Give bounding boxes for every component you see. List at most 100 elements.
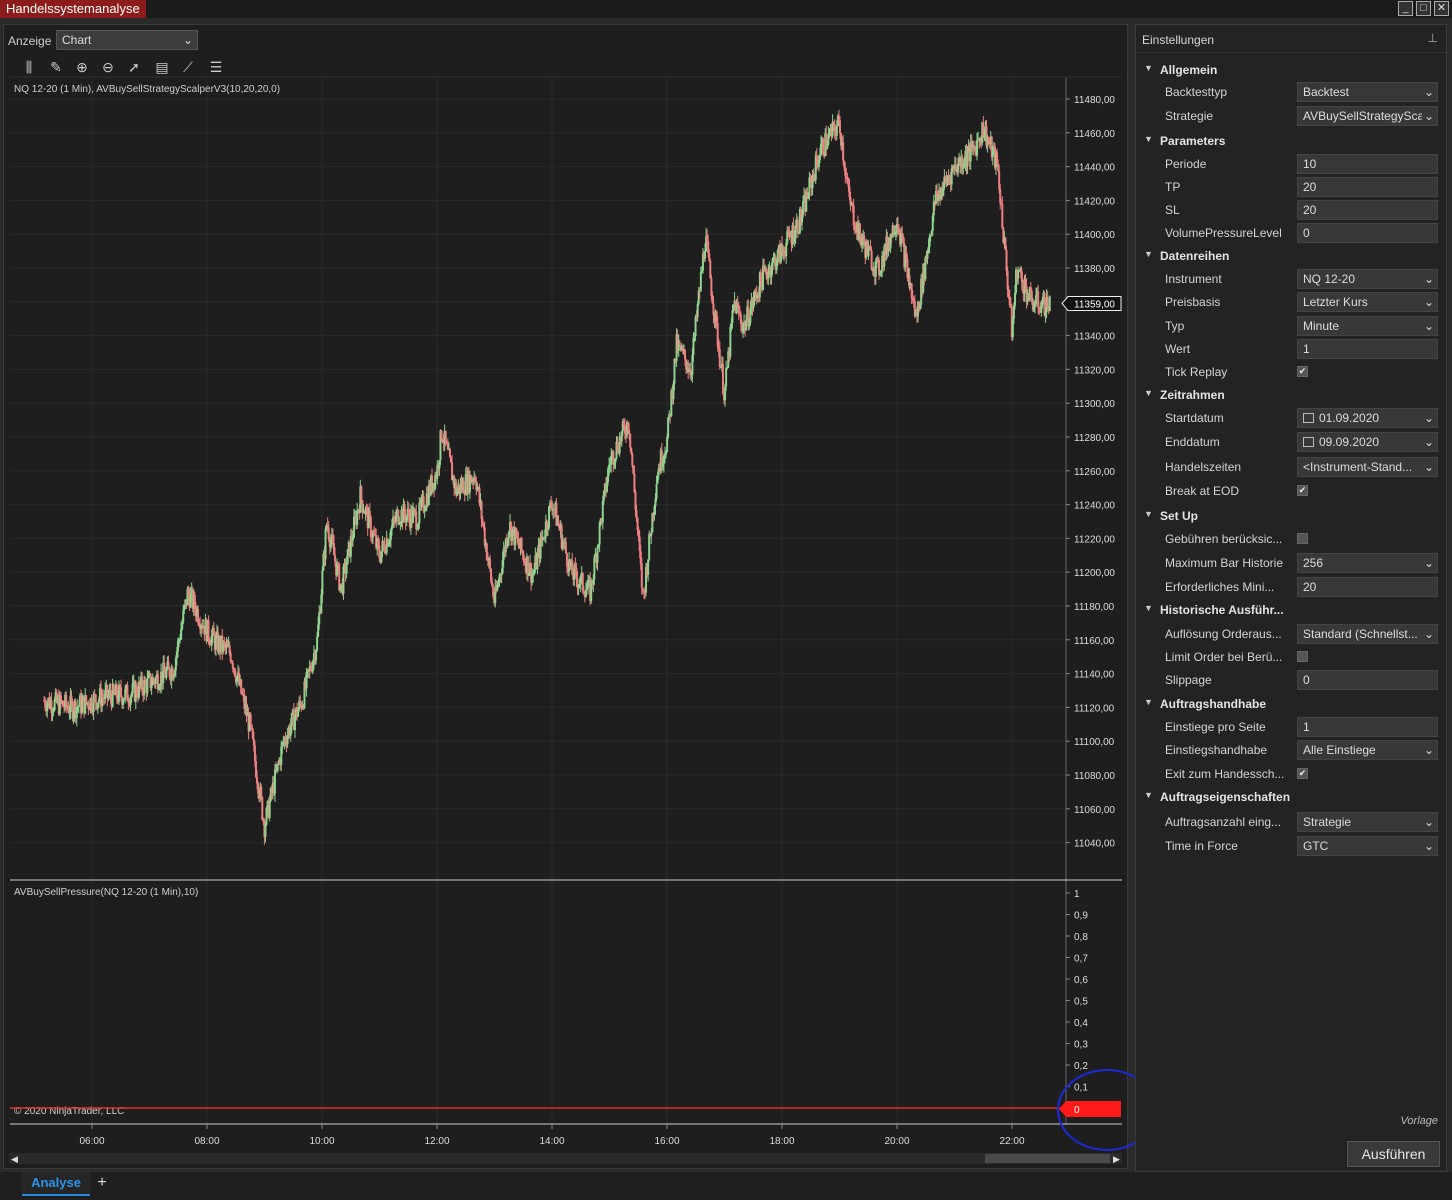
text-field[interactable]: 1 <box>1297 717 1438 737</box>
dropdown-field[interactable]: Alle Einstiege ⌄ <box>1297 740 1438 760</box>
price-tick-label: 11060,00 <box>1074 805 1115 816</box>
text-field[interactable]: 0 <box>1297 670 1438 690</box>
collapse-triangle-icon[interactable]: ▼ <box>1144 134 1153 144</box>
chevron-down-icon: ⌄ <box>1421 433 1434 451</box>
time-tick-label: 22:00 <box>999 1136 1024 1147</box>
property-geb-hren-ber-cksic: Gebühren berücksic... <box>1136 528 1446 550</box>
candle-body <box>647 559 650 575</box>
checkbox[interactable]: ✔ <box>1297 768 1308 779</box>
field-value: 0 <box>1303 226 1310 240</box>
candle-body <box>1017 270 1020 279</box>
property-backtesttyp: Backtesttyp Backtest ⌄ <box>1136 81 1446 103</box>
text-field[interactable]: 1 <box>1297 339 1438 359</box>
indicator-tick-label: 0,1 <box>1074 1083 1088 1094</box>
price-tick-label: 11120,00 <box>1074 703 1115 714</box>
text-field[interactable]: 20 <box>1297 200 1438 220</box>
candle-body <box>120 687 123 697</box>
property-enddatum: Enddatum 09.09.2020 ⌄ <box>1136 431 1446 453</box>
checkbox[interactable] <box>1297 533 1308 544</box>
category-zeitrahmen[interactable]: ▼ Zeitrahmen <box>1136 384 1446 406</box>
dropdown-field[interactable]: AVBuySellStrategySca ⌄ <box>1297 106 1438 126</box>
text-field[interactable]: 0 <box>1297 223 1438 243</box>
property-label: Strategie <box>1165 109 1214 123</box>
indicator-tick-label: 0,3 <box>1074 1040 1088 1051</box>
collapse-triangle-icon[interactable]: ▼ <box>1144 603 1153 613</box>
candle-body <box>1035 295 1038 305</box>
dropdown-field[interactable]: <Instrument-Stand... ⌄ <box>1297 457 1438 477</box>
candle-body <box>628 430 631 434</box>
property-time-in-force: Time in Force GTC ⌄ <box>1136 835 1446 857</box>
settings-header: Einstellungen ⊥ <box>1136 25 1446 53</box>
vorlage-link[interactable]: Vorlage <box>1400 1115 1438 1127</box>
price-axis: 11480,00 11460,00 11440,00 11420,00 11400,00… <box>1066 95 1115 850</box>
tab-bar: Analyse + <box>0 1172 1452 1200</box>
dropdown-field[interactable]: GTC ⌄ <box>1297 836 1438 856</box>
collapse-triangle-icon[interactable]: ▼ <box>1144 249 1153 259</box>
tab-analyse[interactable]: Analyse <box>22 1172 90 1196</box>
checkbox[interactable]: ✔ <box>1297 485 1308 496</box>
candle-body <box>488 558 491 570</box>
indicator-tick-label: 0,8 <box>1074 932 1088 943</box>
property-label: Auftragshandhabe <box>1160 697 1267 711</box>
dropdown-field[interactable]: Letzter Kurs ⌄ <box>1297 292 1438 312</box>
chevron-down-icon: ⌄ <box>1421 293 1434 311</box>
category-historische-ausf-hr[interactable]: ▼ Historische Ausführ... <box>1136 599 1446 621</box>
add-tab-button[interactable]: + <box>93 1174 111 1192</box>
price-tick-label: 11140,00 <box>1074 670 1115 681</box>
dropdown-field[interactable]: 09.09.2020 ⌄ <box>1297 432 1438 452</box>
collapse-triangle-icon[interactable]: ▼ <box>1144 790 1153 800</box>
property-label: Exit zum Handessch... <box>1165 767 1285 781</box>
price-tick-label: 11160,00 <box>1074 636 1115 647</box>
dropdown-field[interactable]: 256 ⌄ <box>1297 553 1438 573</box>
dropdown-field[interactable]: Backtest ⌄ <box>1297 82 1438 102</box>
scroll-right-icon: ▶ <box>1113 1155 1120 1165</box>
text-field[interactable]: 20 <box>1297 177 1438 197</box>
candle-body <box>838 120 841 134</box>
candle-body <box>448 449 451 457</box>
candle-body <box>1021 278 1024 290</box>
category-parameters[interactable]: ▼ Parameters <box>1136 130 1446 152</box>
checkbox[interactable] <box>1297 651 1308 662</box>
candle-body <box>842 142 845 161</box>
property-label: TP <box>1165 180 1181 194</box>
property-label: Typ <box>1165 319 1185 333</box>
run-button[interactable]: Ausführen <box>1347 1141 1440 1167</box>
category-auftragshandhabe[interactable]: ▼ Auftragshandhabe <box>1136 693 1446 715</box>
property-label: SL <box>1165 203 1180 217</box>
dropdown-field[interactable]: Strategie ⌄ <box>1297 812 1438 832</box>
dropdown-field[interactable]: Standard (Schnellst... ⌄ <box>1297 624 1438 644</box>
candle-body <box>629 433 632 448</box>
field-value: Strategie <box>1303 815 1352 829</box>
candle-body <box>802 201 805 216</box>
collapse-triangle-icon[interactable]: ▼ <box>1144 63 1153 73</box>
property-label: Limit Order bei Berü... <box>1165 650 1283 664</box>
collapse-triangle-icon[interactable]: ▼ <box>1144 509 1153 519</box>
property-preisbasis: Preisbasis Letzter Kurs ⌄ <box>1136 291 1446 313</box>
text-field[interactable]: 20 <box>1297 577 1438 597</box>
collapse-triangle-icon[interactable]: ▼ <box>1144 697 1153 707</box>
scrollbar-thumb <box>985 1154 1110 1163</box>
candle-body <box>650 532 653 537</box>
field-value: 09.09.2020 <box>1319 435 1380 449</box>
pin-icon[interactable]: ⊥ <box>1428 31 1438 45</box>
text-field[interactable]: 10 <box>1297 154 1438 174</box>
candle-body <box>725 368 728 387</box>
checkbox[interactable]: ✔ <box>1297 366 1308 377</box>
category-auftragseigenschaften[interactable]: ▼ Auftragseigenschaften <box>1136 786 1446 808</box>
property-label: Auftragsanzahl eing... <box>1165 815 1282 829</box>
dropdown-field[interactable]: NQ 12-20 ⌄ <box>1297 269 1438 289</box>
dropdown-field[interactable]: 01.09.2020 ⌄ <box>1297 408 1438 428</box>
category-datenreihen[interactable]: ▼ Datenreihen <box>1136 245 1446 267</box>
last-price-label: 11359,00 <box>1074 299 1115 310</box>
candle-body <box>81 700 84 713</box>
candle-body <box>966 152 969 167</box>
collapse-triangle-icon[interactable]: ▼ <box>1144 388 1153 398</box>
candle-body <box>640 563 643 588</box>
dropdown-field[interactable]: Minute ⌄ <box>1297 316 1438 336</box>
candle-body <box>92 694 95 713</box>
property-wert: Wert 1 <box>1136 338 1446 360</box>
category-allgemein[interactable]: ▼ Allgemein <box>1136 59 1446 81</box>
category-set-up[interactable]: ▼ Set Up <box>1136 505 1446 527</box>
property-label: Allgemein <box>1160 63 1218 77</box>
field-value: Alle Einstiege <box>1303 743 1376 757</box>
